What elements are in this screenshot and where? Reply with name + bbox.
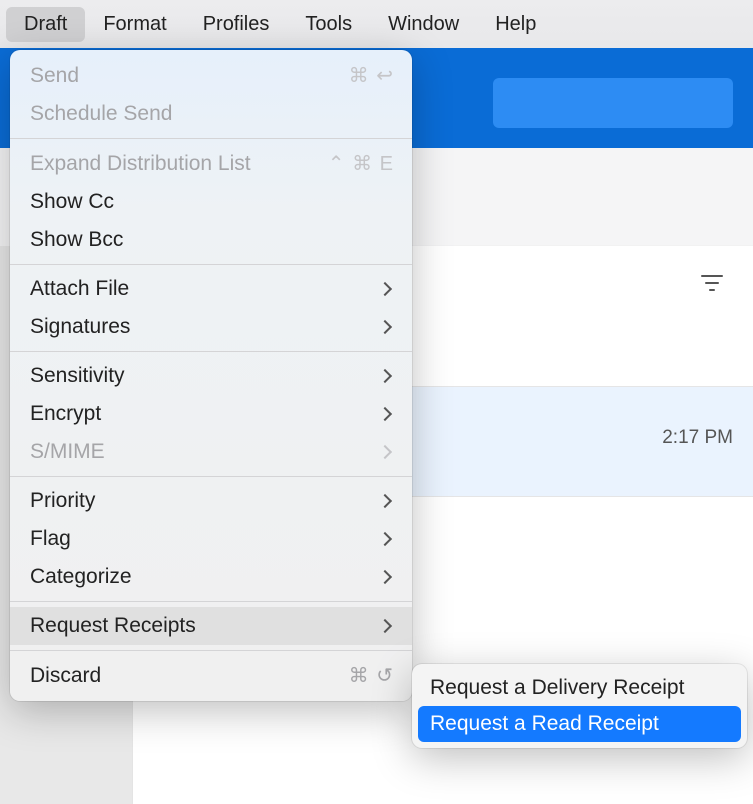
chevron-right-icon — [378, 532, 392, 546]
menu-item-send: Send ⌘ ↩ — [10, 56, 412, 95]
menu-item-smime: S/MIME — [10, 433, 412, 471]
menubar-item-profiles[interactable]: Profiles — [185, 7, 288, 42]
menubar-item-draft[interactable]: Draft — [6, 7, 85, 42]
shortcut-text: ⌘ ↺ — [349, 663, 394, 688]
request-receipts-submenu: Request a Delivery Receipt Request a Rea… — [412, 664, 747, 748]
menu-item-show-cc[interactable]: Show Cc — [10, 183, 412, 221]
chevron-right-icon — [378, 282, 392, 296]
chevron-right-icon — [378, 619, 392, 633]
menubar-item-format[interactable]: Format — [85, 7, 184, 42]
menu-item-discard[interactable]: Discard ⌘ ↺ — [10, 656, 412, 695]
chevron-right-icon — [378, 570, 392, 584]
draft-dropdown-menu: Send ⌘ ↩ Schedule Send Expand Distributi… — [10, 50, 412, 701]
menu-item-categorize[interactable]: Categorize — [10, 558, 412, 596]
menu-item-attach-file[interactable]: Attach File — [10, 270, 412, 308]
menu-item-priority[interactable]: Priority — [10, 482, 412, 520]
menu-item-sensitivity[interactable]: Sensitivity — [10, 357, 412, 395]
shortcut-text: ⌘ ↩ — [349, 63, 394, 88]
menu-item-signatures[interactable]: Signatures — [10, 308, 412, 346]
menubar-item-tools[interactable]: Tools — [287, 7, 370, 42]
chevron-right-icon — [378, 407, 392, 421]
menu-item-show-bcc[interactable]: Show Bcc — [10, 221, 412, 259]
filter-icon — [701, 274, 723, 292]
menu-separator — [10, 138, 412, 139]
menu-item-request-receipts[interactable]: Request Receipts — [10, 607, 412, 645]
chevron-right-icon — [378, 494, 392, 508]
ribbon-button[interactable] — [493, 78, 733, 128]
shortcut-text: ⌃ ⌘ E — [328, 151, 394, 176]
menu-separator — [10, 264, 412, 265]
chevron-right-icon — [378, 320, 392, 334]
email-time: 2:17 PM — [662, 427, 733, 453]
menu-item-flag[interactable]: Flag — [10, 520, 412, 558]
menu-separator — [10, 351, 412, 352]
chevron-right-icon — [378, 445, 392, 459]
submenu-item-delivery-receipt[interactable]: Request a Delivery Receipt — [418, 670, 741, 706]
menu-item-schedule-send: Schedule Send — [10, 95, 412, 133]
menubar: Draft Format Profiles Tools Window Help — [0, 0, 753, 48]
menubar-item-help[interactable]: Help — [477, 7, 554, 42]
chevron-right-icon — [378, 369, 392, 383]
filter-button[interactable] — [701, 274, 723, 292]
menubar-item-window[interactable]: Window — [370, 7, 477, 42]
menu-separator — [10, 601, 412, 602]
menu-item-expand-distribution: Expand Distribution List ⌃ ⌘ E — [10, 144, 412, 183]
submenu-item-read-receipt[interactable]: Request a Read Receipt — [418, 706, 741, 742]
menu-item-encrypt[interactable]: Encrypt — [10, 395, 412, 433]
menu-separator — [10, 650, 412, 651]
menu-separator — [10, 476, 412, 477]
